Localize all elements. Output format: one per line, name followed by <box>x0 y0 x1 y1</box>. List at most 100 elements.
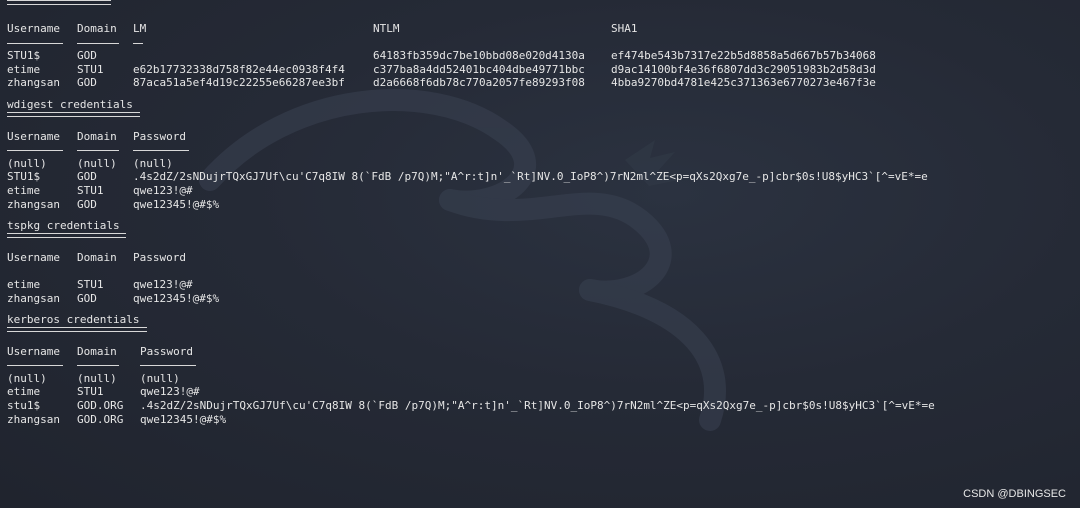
table-row: zhangsan GOD qwe12345!@#$% <box>7 198 1077 212</box>
header-underline <box>7 150 63 152</box>
kerberos-header: Username Domain Password <box>7 345 1077 359</box>
table-row-cell: zhangsan <box>7 412 60 426</box>
tspkg-title-text: tspkg credentials <box>7 219 120 233</box>
wdigest-title-underline <box>7 111 140 117</box>
table-row-cell: .4s2dZ/2sNDujrTQxGJ7Uf\cu'C7q8IW 8(`FdB … <box>133 170 928 184</box>
table-row-cell: STU1 <box>77 385 104 399</box>
kerberos-header-cell: Password <box>140 344 193 358</box>
tspkg-header-cell: Password <box>133 250 186 264</box>
header-underline <box>77 42 119 45</box>
table-row: etime STU1 e62b17732338d758f82e44ec0938f4f… <box>7 63 1077 77</box>
table-row-cell: (null) <box>77 156 117 170</box>
table-row-cell: stu1$ <box>7 399 41 413</box>
table-row-cell: STU1$ <box>7 170 41 184</box>
table-row-cell: d9ac14100bf4e36f6807dd3c29051983b2d58d3d <box>611 62 876 76</box>
table-row-cell: (null) <box>7 156 47 170</box>
table-row-cell: STU1 <box>77 62 104 76</box>
table-row-cell: (null) <box>77 371 117 385</box>
header-underline <box>133 150 189 152</box>
header-underline <box>140 365 196 367</box>
table-row: etime STU1 qwe123!@# <box>7 278 1077 292</box>
table-row-cell: STU1 <box>77 183 104 197</box>
kerberos-title-underline <box>7 327 147 333</box>
table-row-cell: GOD <box>77 49 97 63</box>
table-row-cell: etime <box>7 62 41 76</box>
tspkg-title-underline <box>7 233 126 239</box>
wdigest-section-title: wdigest credentials <box>7 97 1077 117</box>
previous-section-underline <box>7 0 111 5</box>
table-row: STU1$ GOD 64183fb359dc7be10bbd08e020d4130a… <box>7 49 1077 63</box>
table-row-cell: GOD <box>77 197 97 211</box>
table-row-cell: zhangsan <box>7 291 60 305</box>
table-row-cell: c377ba8a4dd52401bc404dbe49771bbc <box>373 62 585 76</box>
table-row-cell: GOD <box>77 170 97 184</box>
table-row-cell: STU1$ <box>7 49 41 63</box>
kerberos-header-cell: Username <box>7 344 60 358</box>
table-row-cell: 4bba9270bd4781e425c371363e6770273e467f3e <box>611 76 876 90</box>
table-row: (null) (null) (null) <box>7 157 1077 171</box>
table-row-cell: GOD <box>77 291 97 305</box>
header-underline <box>7 365 63 367</box>
table-row-cell: STU1 <box>77 277 104 291</box>
kerberos-header-cell: Domain <box>77 344 117 358</box>
table-row-cell: qwe123!@# <box>133 277 193 291</box>
table-row-cell: 64183fb359dc7be10bbd08e020d4130a <box>373 49 585 63</box>
table1-header-cell: LM <box>133 22 147 35</box>
table-row-cell: qwe123!@# <box>140 385 200 399</box>
table-row: zhangsan GOD 87aca51a5ef4d19c22255e66287ee… <box>7 76 1077 90</box>
table-row-cell: .4s2dZ/2sNDujrTQxGJ7Uf\cu'C7q8IW 8(`FdB … <box>140 399 935 413</box>
wdigest-header-cell: Domain <box>77 129 117 143</box>
table-row: stu1$ GOD.ORG .4s2dZ/2sNDujrTQxGJ7Uf\cu'C7… <box>7 399 1077 413</box>
table-row-cell: etime <box>7 277 41 291</box>
tspkg-header-cell: Username <box>7 250 60 264</box>
tspkg-header: Username Domain Password <box>7 251 1077 265</box>
table-row-cell: GOD.ORG <box>77 412 124 426</box>
table-row: zhangsan GOD qwe12345!@#$% <box>7 292 1077 306</box>
table-row-cell: qwe12345!@#$% <box>140 412 227 426</box>
wdigest-header-cell: Username <box>7 129 60 143</box>
table-row: (null) (null) (null) <box>7 372 1077 386</box>
table-row-cell: qwe12345!@#$% <box>133 197 220 211</box>
table-row-cell: ef474be543b7317e22b5d8858a5d667b57b34068 <box>611 49 876 63</box>
table-row-cell: e62b17732338d758f82e44ec0938f4f4 <box>133 62 345 76</box>
table-row-cell: zhangsan <box>7 197 60 211</box>
table-row: STU1$ GOD .4s2dZ/2sNDujrTQxGJ7Uf\cu'C7q8IW… <box>7 170 1077 184</box>
table-row-cell: (null) <box>7 371 47 385</box>
table-row-cell: 87aca51a5ef4d19c22255e66287ee3bf <box>133 76 345 90</box>
wdigest-header-underline <box>7 143 1077 157</box>
header-underline <box>7 42 63 45</box>
table-row: zhangsan GOD.ORG qwe12345!@#$% <box>7 413 1077 427</box>
table-row-cell: qwe12345!@#$% <box>133 291 220 305</box>
wdigest-title-text: wdigest credentials <box>7 97 133 111</box>
table1-header: Username Domain LM NTLM SHA1 <box>7 22 1077 36</box>
table1-header-cell: Domain <box>77 22 117 35</box>
table-row-cell: qwe123!@# <box>133 183 193 197</box>
table-row-cell: zhangsan <box>7 76 60 90</box>
table1-header-cell: Username <box>7 22 60 35</box>
table-row: etime STU1 qwe123!@# <box>7 184 1077 198</box>
table-row-cell: GOD <box>77 76 97 90</box>
wdigest-header: Username Domain Password <box>7 130 1077 144</box>
table1-header-cell: SHA1 <box>611 22 638 35</box>
tspkg-header-cell: Domain <box>77 250 117 264</box>
table-row-cell: (null) <box>133 156 173 170</box>
table-row: etime STU1 qwe123!@# <box>7 385 1077 399</box>
kerberos-title-text: kerberos credentials <box>7 313 140 327</box>
table-row-cell: etime <box>7 183 41 197</box>
watermark: CSDN @DBINGSEC <box>963 488 1066 500</box>
table-row-cell: (null) <box>140 371 180 385</box>
header-underline <box>77 365 119 367</box>
table1-header-underline <box>7 36 1077 50</box>
terminal-output: Username Domain LM NTLM SHA1 STU1$ GOD 64183fb3… <box>7 0 1077 426</box>
table1-header-cell: NTLM <box>373 22 400 35</box>
table-row-cell: GOD.ORG <box>77 399 124 413</box>
kerberos-header-underline <box>7 358 1077 372</box>
